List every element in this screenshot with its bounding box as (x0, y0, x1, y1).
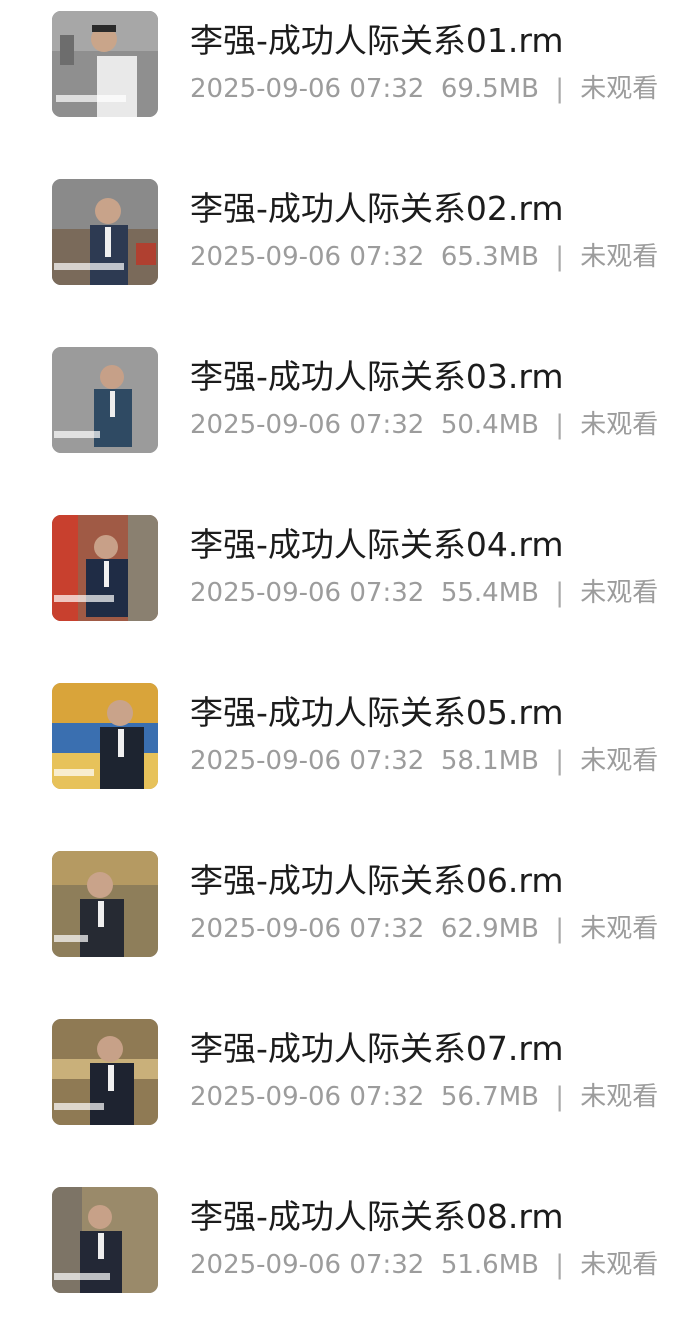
meta-separator: | (555, 914, 565, 944)
file-size: 62.9MB (440, 914, 539, 944)
meta-separator: | (555, 1250, 565, 1280)
video-thumbnail[interactable] (52, 11, 158, 117)
watch-status: 未观看 (580, 746, 659, 776)
file-meta: 2025-09-06 07:32 65.3MB | 未观看 (190, 240, 658, 274)
file-item[interactable]: 李强-成功人际关系06.rm 2025-09-06 07:32 62.9MB |… (0, 840, 691, 1008)
watch-status: 未观看 (580, 242, 659, 272)
file-meta: 2025-09-06 07:32 56.7MB | 未观看 (190, 1080, 658, 1114)
file-name: 李强-成功人际关系05.rm (190, 693, 564, 732)
file-size: 55.4MB (440, 578, 539, 608)
file-date: 2025-09-06 07:32 (190, 1082, 425, 1112)
file-meta: 2025-09-06 07:32 69.5MB | 未观看 (190, 72, 658, 106)
file-name: 李强-成功人际关系06.rm (190, 861, 564, 900)
file-size: 51.6MB (440, 1250, 539, 1280)
watch-status: 未观看 (580, 578, 659, 608)
video-thumbnail-icon (52, 1019, 158, 1125)
video-thumbnail[interactable] (52, 179, 158, 285)
file-date: 2025-09-06 07:32 (190, 914, 425, 944)
video-thumbnail-icon (52, 683, 158, 789)
video-thumbnail[interactable] (52, 1019, 158, 1125)
watch-status: 未观看 (580, 74, 659, 104)
file-name: 李强-成功人际关系04.rm (190, 525, 564, 564)
file-item[interactable]: 李强-成功人际关系02.rm 2025-09-06 07:32 65.3MB |… (0, 168, 691, 336)
video-thumbnail[interactable] (52, 1187, 158, 1293)
file-meta: 2025-09-06 07:32 50.4MB | 未观看 (190, 408, 658, 442)
meta-separator: | (555, 242, 565, 272)
file-item[interactable]: 李强-成功人际关系01.rm 2025-09-06 07:32 69.5MB |… (0, 0, 691, 168)
video-thumbnail[interactable] (52, 515, 158, 621)
file-date: 2025-09-06 07:32 (190, 1250, 425, 1280)
file-name: 李强-成功人际关系07.rm (190, 1029, 564, 1068)
file-name: 李强-成功人际关系02.rm (190, 189, 564, 228)
video-thumbnail[interactable] (52, 851, 158, 957)
meta-separator: | (555, 746, 565, 776)
file-name: 李强-成功人际关系08.rm (190, 1197, 564, 1236)
video-thumbnail[interactable] (52, 347, 158, 453)
file-size: 65.3MB (440, 242, 539, 272)
meta-separator: | (555, 1082, 565, 1112)
video-thumbnail-icon (52, 179, 158, 285)
file-item[interactable]: 李强-成功人际关系08.rm 2025-09-06 07:32 51.6MB |… (0, 1176, 691, 1344)
file-date: 2025-09-06 07:32 (190, 578, 425, 608)
file-size: 69.5MB (440, 74, 539, 104)
file-item[interactable]: 李强-成功人际关系05.rm 2025-09-06 07:32 58.1MB |… (0, 672, 691, 840)
file-name: 李强-成功人际关系01.rm (190, 21, 564, 60)
video-thumbnail-icon (52, 11, 158, 117)
video-thumbnail-icon (52, 347, 158, 453)
file-date: 2025-09-06 07:32 (190, 242, 425, 272)
file-size: 58.1MB (440, 746, 539, 776)
file-date: 2025-09-06 07:32 (190, 746, 425, 776)
video-thumbnail-icon (52, 1187, 158, 1293)
video-thumbnail[interactable] (52, 683, 158, 789)
file-meta: 2025-09-06 07:32 62.9MB | 未观看 (190, 912, 658, 946)
video-thumbnail-icon (52, 515, 158, 621)
file-meta: 2025-09-06 07:32 55.4MB | 未观看 (190, 576, 658, 610)
file-date: 2025-09-06 07:32 (190, 74, 425, 104)
file-item[interactable]: 李强-成功人际关系04.rm 2025-09-06 07:32 55.4MB |… (0, 504, 691, 672)
file-size: 50.4MB (440, 410, 539, 440)
meta-separator: | (555, 74, 565, 104)
file-meta: 2025-09-06 07:32 51.6MB | 未观看 (190, 1248, 658, 1282)
watch-status: 未观看 (580, 914, 659, 944)
watch-status: 未观看 (580, 1250, 659, 1280)
file-size: 56.7MB (440, 1082, 539, 1112)
watch-status: 未观看 (580, 1082, 659, 1112)
meta-separator: | (555, 578, 565, 608)
watch-status: 未观看 (580, 410, 659, 440)
video-thumbnail-icon (52, 851, 158, 957)
file-list: 李强-成功人际关系01.rm 2025-09-06 07:32 69.5MB |… (0, 0, 691, 1311)
file-date: 2025-09-06 07:32 (190, 410, 425, 440)
file-name: 李强-成功人际关系03.rm (190, 357, 564, 396)
file-item[interactable]: 李强-成功人际关系03.rm 2025-09-06 07:32 50.4MB |… (0, 336, 691, 504)
meta-separator: | (555, 410, 565, 440)
file-meta: 2025-09-06 07:32 58.1MB | 未观看 (190, 744, 658, 778)
file-item[interactable]: 李强-成功人际关系07.rm 2025-09-06 07:32 56.7MB |… (0, 1008, 691, 1176)
